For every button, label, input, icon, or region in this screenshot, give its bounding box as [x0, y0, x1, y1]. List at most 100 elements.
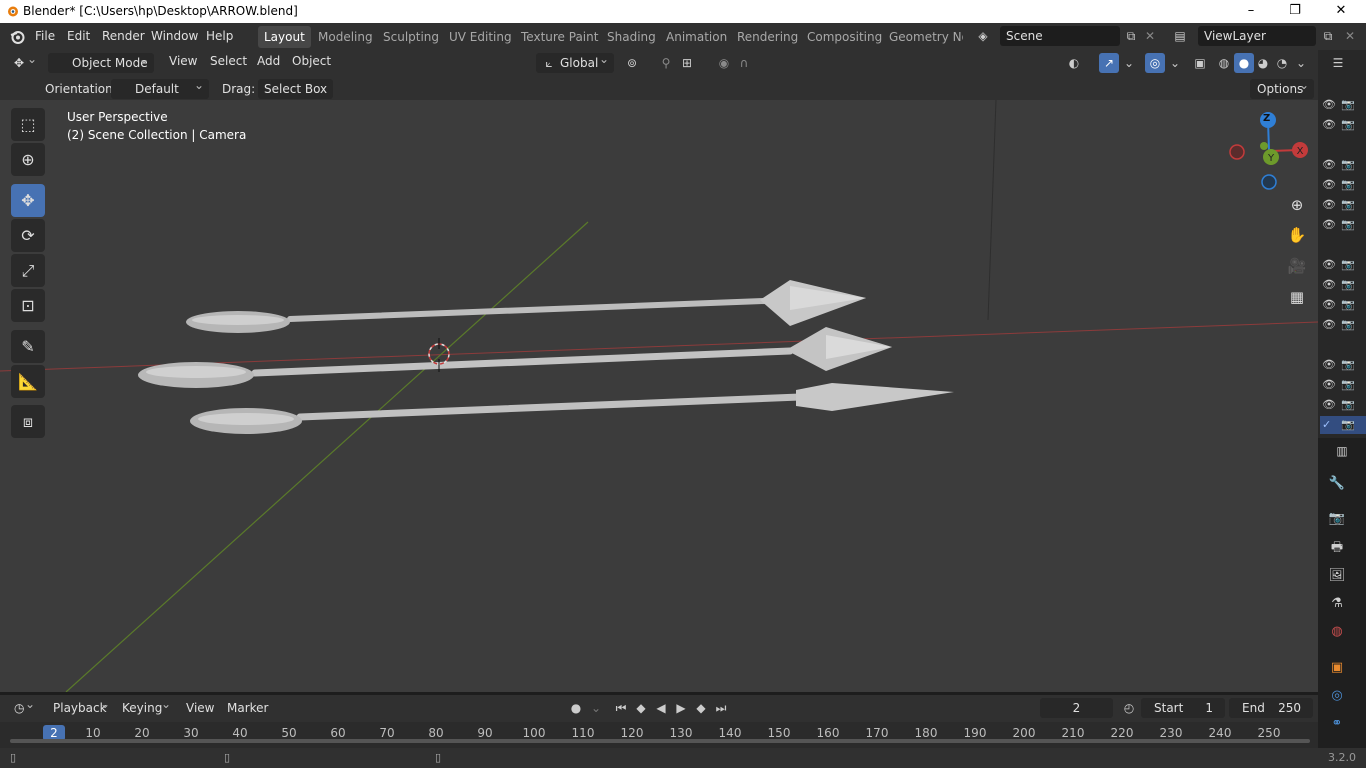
next-keyframe-icon[interactable]: ◆: [691, 698, 711, 718]
tab-layout[interactable]: Layout: [258, 26, 311, 48]
tab-geometry-nodes[interactable]: Geometry Noc: [883, 26, 963, 48]
auto-keying-icon[interactable]: ●: [566, 698, 586, 718]
start-frame-field[interactable]: Start 1: [1141, 698, 1225, 718]
snap-target-icon[interactable]: ⊞: [677, 53, 697, 73]
tab-sculpting[interactable]: Sculpting: [377, 26, 445, 48]
options-dropdown[interactable]: Options: [1250, 75, 1314, 99]
tab-uv-editing[interactable]: UV Editing: [443, 26, 518, 48]
render-camera-icon[interactable]: 📷: [1341, 398, 1355, 411]
overlay-toggle-icon[interactable]: ◎: [1145, 53, 1165, 73]
scene-selector-icon[interactable]: ◈: [973, 26, 993, 46]
editor-type-icon[interactable]: ✥: [8, 49, 42, 73]
maximize-button[interactable]: ❐: [1272, 0, 1318, 23]
material-shading-icon[interactable]: ◕: [1253, 53, 1273, 73]
world-properties-icon[interactable]: ◍: [1326, 621, 1348, 643]
render-camera-icon[interactable]: 📷: [1341, 378, 1355, 391]
visibility-eye-icon[interactable]: 👁: [1322, 378, 1336, 391]
tab-texture-paint[interactable]: Texture Paint: [515, 26, 604, 48]
visibility-eye-icon[interactable]: 👁: [1322, 198, 1336, 211]
end-frame-field[interactable]: End 250: [1229, 698, 1313, 718]
constraints-properties-icon[interactable]: ⚭: [1326, 713, 1348, 735]
tab-modeling[interactable]: Modeling: [312, 26, 379, 48]
visibility-eye-icon[interactable]: 👁: [1322, 298, 1336, 311]
zoom-icon[interactable]: ⊕: [1284, 192, 1310, 218]
keying-menu-icon[interactable]: ⌄: [586, 698, 606, 718]
tab-animation[interactable]: Animation: [660, 26, 733, 48]
visibility-eye-icon[interactable]: 👁: [1322, 98, 1336, 111]
visibility-eye-icon[interactable]: 👁: [1322, 258, 1336, 271]
falloff-icon[interactable]: ∩: [734, 53, 754, 73]
object-properties-icon[interactable]: ▣: [1326, 657, 1348, 679]
current-frame-field[interactable]: 2: [1040, 698, 1113, 718]
properties-editor-icon[interactable]: ▥: [1332, 441, 1352, 461]
overlay-menu-icon[interactable]: ⌄: [1165, 53, 1185, 73]
tab-compositing[interactable]: Compositing: [801, 26, 888, 48]
remove-scene-icon[interactable]: ✕: [1140, 26, 1160, 46]
render-camera-icon[interactable]: 📷: [1341, 278, 1355, 291]
solid-shading-icon[interactable]: ●: [1234, 53, 1254, 73]
render-camera-icon[interactable]: 📷: [1341, 298, 1355, 311]
xray-toggle-icon[interactable]: ▣: [1190, 53, 1210, 73]
menu-render[interactable]: Render: [102, 29, 145, 43]
render-camera-icon[interactable]: 📷: [1341, 158, 1355, 171]
render-camera-icon[interactable]: 📷: [1341, 178, 1355, 191]
gizmo-menu-icon[interactable]: ⌄: [1119, 53, 1139, 73]
orientation-dropdown[interactable]: Default: [111, 75, 209, 99]
jump-start-icon[interactable]: ⏮: [611, 698, 631, 718]
cursor-tool[interactable]: ⊕: [11, 143, 45, 176]
render-properties-icon[interactable]: 📷: [1326, 508, 1348, 530]
transform-tool[interactable]: ⊡: [11, 289, 45, 322]
render-camera-icon[interactable]: 📷: [1341, 418, 1355, 431]
drag-dropdown[interactable]: Select Box: [258, 79, 333, 99]
menu-view[interactable]: View: [169, 54, 197, 68]
timeline-scrollbar[interactable]: [10, 739, 1310, 743]
jump-end-icon[interactable]: ⏭: [711, 698, 731, 718]
render-camera-icon[interactable]: 📷: [1341, 318, 1355, 331]
output-properties-icon[interactable]: 🖶: [1326, 537, 1348, 559]
visibility-eye-icon[interactable]: 👁: [1322, 358, 1336, 371]
scene-name-field[interactable]: Scene: [1000, 26, 1120, 46]
visibility-eye-icon[interactable]: 👁: [1322, 178, 1336, 191]
play-reverse-icon[interactable]: ◀: [651, 698, 671, 718]
proportional-edit-icon[interactable]: ◉: [714, 53, 734, 73]
render-camera-icon[interactable]: 📷: [1341, 358, 1355, 371]
3d-viewport[interactable]: X Y Z User Perspective (2) Scene Collect…: [0, 100, 1318, 692]
new-view-layer-icon[interactable]: ⧉: [1318, 26, 1338, 46]
visibility-eye-icon[interactable]: 👁: [1322, 158, 1336, 171]
minimize-button[interactable]: –: [1228, 0, 1274, 23]
add-cube-tool[interactable]: ⧈: [11, 405, 45, 438]
perspective-toggle-icon[interactable]: ▦: [1284, 284, 1310, 310]
blender-menu-icon[interactable]: [9, 29, 25, 45]
render-camera-icon[interactable]: 📷: [1341, 218, 1355, 231]
menu-object[interactable]: Object: [292, 54, 331, 68]
snap-icon[interactable]: ⚲: [656, 53, 676, 73]
measure-tool[interactable]: 📐: [11, 365, 45, 398]
render-camera-icon[interactable]: 📷: [1341, 98, 1355, 111]
timeline-marker-menu[interactable]: Marker: [227, 701, 268, 715]
menu-edit[interactable]: Edit: [67, 29, 90, 43]
keying-dropdown[interactable]: Keying: [116, 694, 176, 718]
tab-shading[interactable]: Shading: [601, 26, 662, 48]
scene-properties-icon[interactable]: ⚗: [1326, 593, 1348, 615]
visibility-eye-icon[interactable]: 👁: [1322, 218, 1336, 231]
gizmo-toggle-icon[interactable]: ↗: [1099, 53, 1119, 73]
annotate-tool[interactable]: ✎: [11, 330, 45, 363]
new-scene-icon[interactable]: ⧉: [1121, 26, 1141, 46]
visibility-eye-icon[interactable]: 👁: [1322, 398, 1336, 411]
move-tool[interactable]: ✥: [11, 184, 45, 217]
outliner-editor-icon[interactable]: ☰: [1328, 53, 1348, 73]
close-button[interactable]: ✕: [1318, 0, 1364, 23]
rotate-tool[interactable]: ⟳: [11, 219, 45, 252]
menu-window[interactable]: Window: [151, 29, 198, 43]
visibility-eye-icon[interactable]: 👁: [1322, 278, 1336, 291]
visibility-filter-icon[interactable]: ◐: [1064, 53, 1084, 73]
camera-view-icon[interactable]: 🎥: [1284, 253, 1310, 279]
selected-checkbox-icon[interactable]: ✓: [1322, 418, 1334, 431]
physics-properties-icon[interactable]: ◎: [1326, 685, 1348, 707]
timeline-ruler[interactable]: 2 10 20 30 40 50 60 70 80 90 100 110 120 130 140 150 16…: [0, 722, 1318, 748]
render-camera-icon[interactable]: 📷: [1341, 118, 1355, 131]
rendered-shading-icon[interactable]: ◔: [1272, 53, 1292, 73]
timeline-editor-type-icon[interactable]: ◷: [8, 694, 40, 718]
pan-hand-icon[interactable]: ✋: [1284, 222, 1310, 248]
menu-help[interactable]: Help: [206, 29, 233, 43]
